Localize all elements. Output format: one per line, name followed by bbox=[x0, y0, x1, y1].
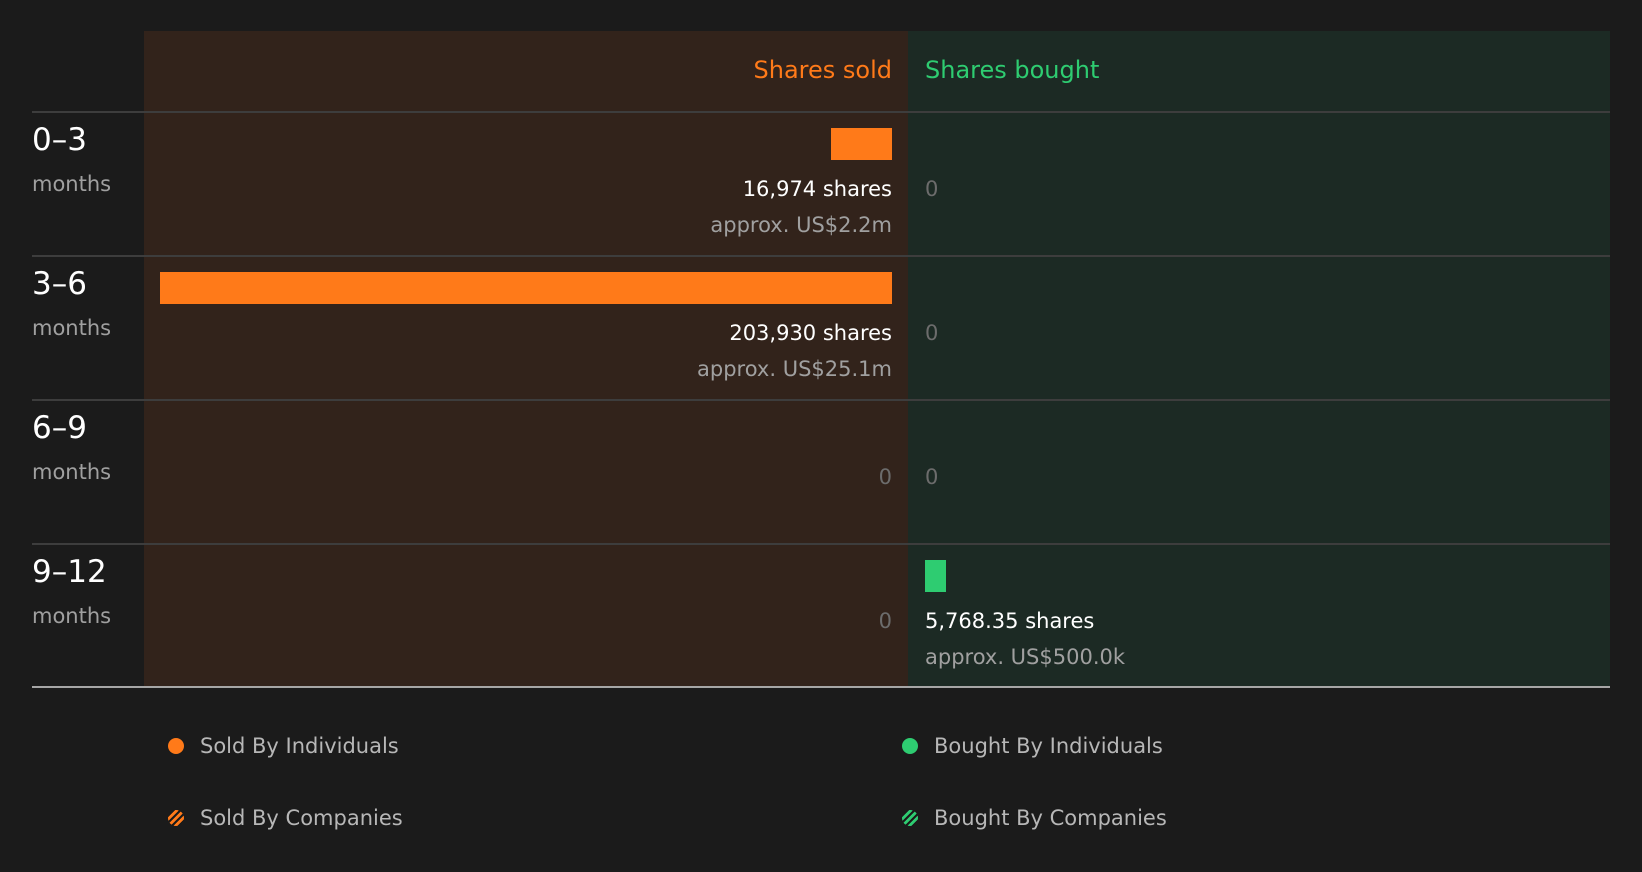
sold-bar bbox=[831, 128, 892, 160]
sold-shares-label: 16,974 shares bbox=[743, 177, 892, 201]
bought-zero-label: 0 bbox=[925, 465, 938, 489]
sold-companies-icon bbox=[168, 810, 184, 826]
legend-label: Sold By Companies bbox=[200, 806, 403, 830]
sold-shares-label: 203,930 shares bbox=[729, 321, 892, 345]
period-unit-label: months bbox=[32, 316, 111, 340]
bought-column-header: Shares bought bbox=[925, 56, 1099, 84]
bought-shares-label: 5,768.35 shares bbox=[925, 609, 1094, 633]
legend-item-sold-by-individuals: Sold By Individuals bbox=[168, 731, 399, 761]
period-unit-label: months bbox=[32, 460, 111, 484]
sold-column-header: Shares sold bbox=[754, 56, 892, 84]
sold-value-label: approx. US$25.1m bbox=[697, 357, 892, 381]
legend-label: Sold By Individuals bbox=[200, 734, 399, 758]
period-range-label: 9–12 bbox=[32, 554, 107, 590]
bought-value-label: approx. US$500.0k bbox=[925, 645, 1126, 669]
bought-zero-label: 0 bbox=[925, 321, 938, 345]
period-unit-label: months bbox=[32, 172, 111, 196]
insider-trading-chart: Shares sold Shares bought 0–3 months 16,97… bbox=[32, 31, 1610, 688]
bought-companies-icon bbox=[902, 810, 918, 826]
sold-zero-label: 0 bbox=[879, 609, 892, 633]
legend-label: Bought By Individuals bbox=[934, 734, 1163, 758]
period-range-label: 3–6 bbox=[32, 266, 87, 302]
bought-zero-label: 0 bbox=[925, 177, 938, 201]
legend-item-bought-by-companies: Bought By Companies bbox=[902, 803, 1167, 833]
period-range-label: 6–9 bbox=[32, 410, 87, 446]
period-unit-label: months bbox=[32, 604, 111, 628]
sold-bar bbox=[160, 272, 892, 304]
bought-bar bbox=[925, 560, 946, 592]
period-range-label: 0–3 bbox=[32, 122, 87, 158]
bought-individuals-icon bbox=[902, 738, 918, 754]
legend: Sold By Individuals Bought By Individual… bbox=[0, 718, 1642, 868]
sold-individuals-icon bbox=[168, 738, 184, 754]
legend-item-sold-by-companies: Sold By Companies bbox=[168, 803, 403, 833]
legend-item-bought-by-individuals: Bought By Individuals bbox=[902, 731, 1163, 761]
legend-label: Bought By Companies bbox=[934, 806, 1167, 830]
sold-value-label: approx. US$2.2m bbox=[710, 213, 892, 237]
sold-zero-label: 0 bbox=[879, 465, 892, 489]
bought-panel bbox=[908, 31, 1610, 687]
